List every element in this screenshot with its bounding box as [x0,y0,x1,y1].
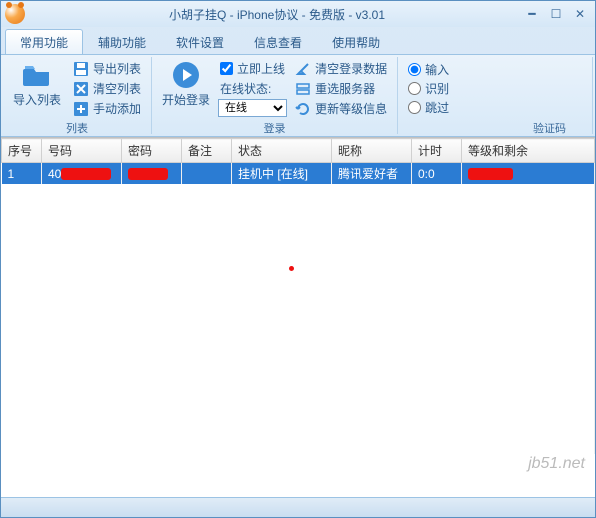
menu-help[interactable]: 使用帮助 [317,29,395,54]
export-list-button[interactable]: 导出列表 [69,59,145,78]
table-row [2,400,595,418]
menu-assist[interactable]: 辅助功能 [83,29,161,54]
app-logo [5,4,25,24]
table-row [2,238,595,256]
redacted [468,168,513,180]
table-row [2,436,595,454]
save-icon [73,61,89,77]
table-row [2,310,595,328]
reselect-server-button[interactable]: 重选服务器 [291,79,391,98]
col-nick[interactable]: 昵称 [332,139,412,163]
start-login-button[interactable]: 开始登录 [158,59,214,110]
table-row [2,202,595,220]
redacted [61,168,111,180]
table-row [2,256,595,274]
col-pwd[interactable]: 密码 [122,139,182,163]
statusbar [1,497,595,517]
group-login: 开始登录 立即上线 在线状态: 在线 [152,57,398,134]
menu-info[interactable]: 信息查看 [239,29,317,54]
refresh-icon [295,101,311,117]
col-status[interactable]: 状态 [232,139,332,163]
table-row [2,328,595,346]
col-level[interactable]: 等级和剩余 [462,139,595,163]
watermark: jb51.net [528,455,585,473]
ribbon: 导入列表 导出列表 清空列表 手动添加 [1,55,595,137]
marker-dot [289,266,294,271]
import-list-button[interactable]: 导入列表 [9,59,65,110]
table-row [2,364,595,382]
table-row [2,184,595,202]
manual-add-button[interactable]: 手动添加 [69,99,145,118]
clear-icon [73,81,89,97]
group-captcha-label: 验证码 [404,118,586,136]
start-login-label: 开始登录 [162,91,210,108]
data-grid[interactable]: 序号 号码 密码 备注 状态 昵称 计时 等级和剩余 1 40 挂机中 [在线] [1,137,595,497]
col-note[interactable]: 备注 [182,139,232,163]
col-timer[interactable]: 计时 [412,139,462,163]
menubar: 常用功能 辅助功能 软件设置 信息查看 使用帮助 [1,27,595,55]
group-login-label: 登录 [158,118,391,136]
captcha-skip-radio[interactable] [408,101,421,114]
captcha-recognize-radio[interactable] [408,82,421,95]
group-captcha: 输入 识别 跳过 验证码 [398,57,593,134]
col-qq[interactable]: 号码 [42,139,122,163]
online-status-select[interactable]: 在线 [218,99,287,117]
close-button[interactable]: ✕ [569,5,591,23]
titlebar: 小胡子挂Q - iPhone协议 - 免费版 - v3.01 ━ ☐ ✕ [1,1,595,27]
col-seq[interactable]: 序号 [2,139,42,163]
table-row[interactable]: 1 40 挂机中 [在线] 腾讯爱好者 0:0 [2,163,595,185]
table-row [2,274,595,292]
table-row [2,292,595,310]
update-level-button[interactable]: 更新等级信息 [291,99,391,118]
table-row [2,346,595,364]
group-list: 导入列表 导出列表 清空列表 手动添加 [3,57,152,134]
redacted [128,168,168,180]
server-icon [295,81,311,97]
captcha-input-radio[interactable] [408,63,421,76]
maximize-button[interactable]: ☐ [545,5,567,23]
clear-list-button[interactable]: 清空列表 [69,79,145,98]
group-list-label: 列表 [9,118,145,136]
menu-common[interactable]: 常用功能 [5,29,83,54]
online-now-checkbox[interactable] [220,62,233,75]
table-header-row: 序号 号码 密码 备注 状态 昵称 计时 等级和剩余 [2,139,595,163]
import-list-label: 导入列表 [13,91,61,108]
broom-icon [295,61,311,77]
menu-settings[interactable]: 软件设置 [161,29,239,54]
table-row [2,418,595,436]
clear-login-button[interactable]: 清空登录数据 [291,59,391,78]
table-row [2,382,595,400]
table-row [2,220,595,238]
minimize-button[interactable]: ━ [521,5,543,23]
add-icon [73,101,89,117]
window-title: 小胡子挂Q - iPhone协议 - 免费版 - v3.01 [33,6,521,23]
play-icon [172,61,200,89]
folder-icon [23,61,51,89]
status-label: 在线状态: [220,80,271,97]
